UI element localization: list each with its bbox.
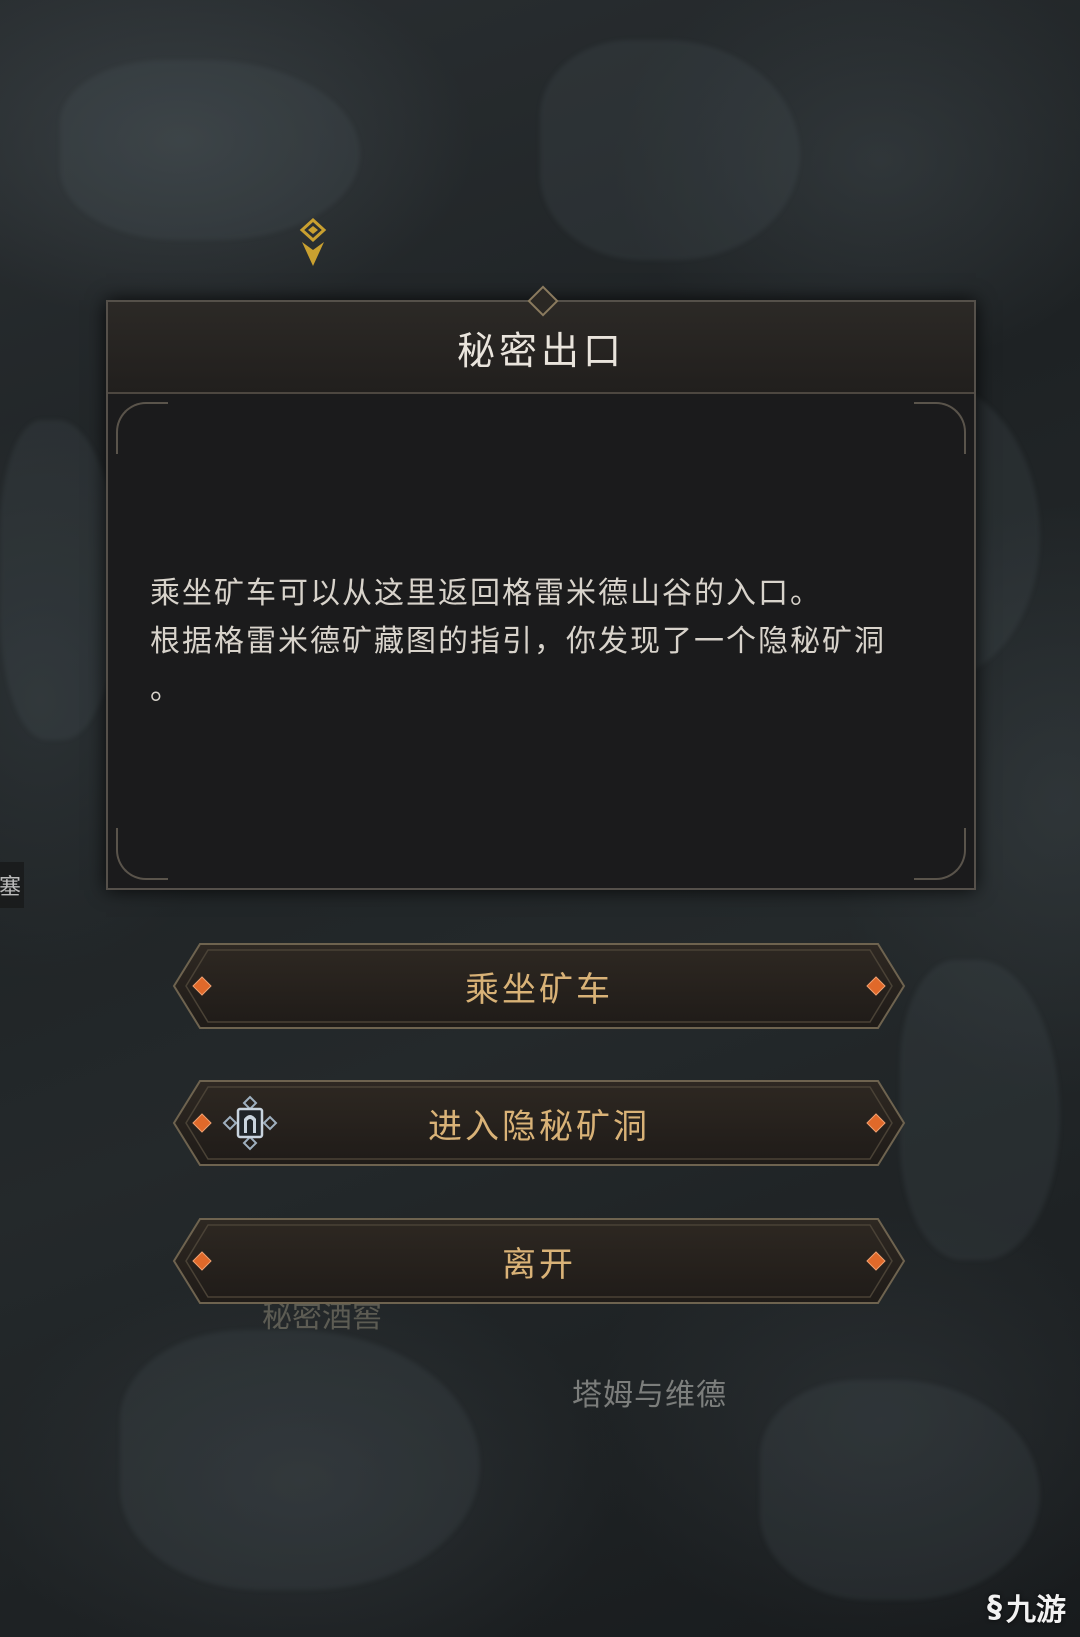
event-dialog: 秘密出口 乘坐矿车可以从这里返回格雷米德山谷的入口。 根据格雷米德矿藏图的指引，…: [106, 285, 976, 890]
rock-texture: [540, 40, 800, 260]
option-enter-hidden-mine-button[interactable]: 进入隐秘矿洞: [170, 1077, 908, 1169]
game-scene: 塞 秘密酒窖 塔姆与维德 秘密出口 乘坐矿车可以从这里返回格雷米德山谷的入口。 …: [0, 0, 1080, 1637]
dialog-description: 乘坐矿车可以从这里返回格雷米德山谷的入口。 根据格雷米德矿藏图的指引，你发现了一…: [150, 570, 940, 714]
dialog-header: 秘密出口: [108, 285, 974, 394]
description-line: 乘坐矿车可以从这里返回格雷米德山谷的入口。: [150, 576, 822, 611]
map-location-label: 塔姆与维德: [572, 1378, 727, 1413]
option-leave-button[interactable]: 离开: [170, 1215, 908, 1307]
corner-ornament: [914, 402, 966, 454]
corner-ornament: [914, 828, 966, 880]
dialog-title: 秘密出口: [456, 328, 625, 373]
corner-ornament: [116, 402, 168, 454]
option-label: 进入隐秘矿洞: [428, 1106, 650, 1147]
header-ornament-icon: [527, 285, 559, 317]
option-label: 离开: [502, 1244, 576, 1285]
watermark: § 九游: [987, 1585, 1066, 1629]
rock-texture: [60, 60, 360, 240]
description-line: 。: [150, 672, 182, 707]
map-edge-label: 塞: [0, 862, 24, 908]
map-waypoint-icon[interactable]: [298, 218, 328, 268]
option-ride-minecart-button[interactable]: 乘坐矿车: [170, 940, 908, 1032]
rock-texture: [120, 1330, 480, 1590]
option-label: 乘坐矿车: [465, 969, 613, 1010]
watermark-text: 九游: [1006, 1593, 1066, 1628]
watermark-logo-icon: §: [987, 1589, 1002, 1625]
corner-ornament: [116, 828, 168, 880]
rock-texture: [760, 1380, 1040, 1600]
rock-texture: [0, 420, 120, 740]
rock-texture: [900, 960, 1060, 1260]
description-line: 根据格雷米德矿藏图的指引，你发现了一个隐秘矿洞: [150, 624, 886, 659]
